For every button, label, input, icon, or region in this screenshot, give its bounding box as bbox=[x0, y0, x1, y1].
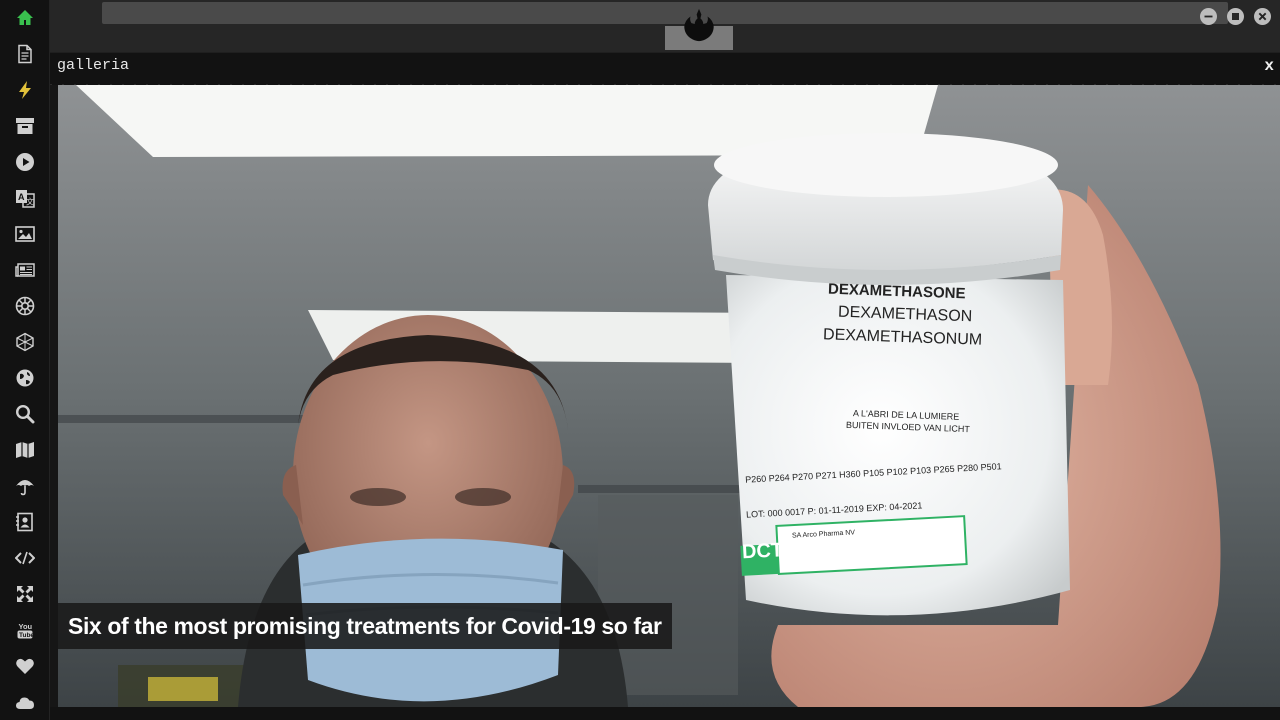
play-circle-icon bbox=[16, 153, 34, 171]
image-icon bbox=[15, 226, 35, 242]
sidebar-item-translate[interactable]: A文 bbox=[0, 180, 50, 216]
code-icon bbox=[15, 551, 35, 565]
svg-text:文: 文 bbox=[26, 197, 34, 207]
sidebar-item-document[interactable] bbox=[0, 36, 50, 72]
newspaper-icon bbox=[15, 263, 35, 277]
sidebar-item-play[interactable] bbox=[0, 144, 50, 180]
expand-icon bbox=[17, 586, 33, 602]
svg-text:A: A bbox=[18, 192, 25, 202]
jar-label-logo: DCTA bbox=[741, 538, 797, 564]
sidebar-item-cloud[interactable] bbox=[0, 684, 50, 720]
translate-icon: A文 bbox=[16, 190, 35, 208]
sidebar-item-expand[interactable] bbox=[0, 576, 50, 612]
caption-text: Six of the most promising treatments for… bbox=[68, 612, 662, 639]
maximize-button[interactable] bbox=[1227, 8, 1244, 25]
search-icon bbox=[15, 404, 35, 424]
sidebar-item-globe[interactable] bbox=[0, 360, 50, 396]
maximize-icon bbox=[1232, 13, 1239, 20]
cloud-icon bbox=[16, 697, 34, 709]
sidebar-item-lightning[interactable] bbox=[0, 72, 50, 108]
sidebar-item-newspaper[interactable] bbox=[0, 252, 50, 288]
sidebar-item-youtube[interactable]: You Tube bbox=[0, 612, 50, 648]
minimize-button[interactable] bbox=[1200, 8, 1217, 25]
lightning-icon bbox=[19, 81, 31, 99]
home-icon bbox=[17, 10, 33, 25]
sidebar: A文 You Tube bbox=[0, 0, 50, 720]
close-icon bbox=[1258, 12, 1267, 21]
panel-close-button[interactable]: x bbox=[1264, 57, 1274, 75]
sidebar-item-hexagon[interactable] bbox=[0, 324, 50, 360]
rebel-alliance-icon[interactable] bbox=[680, 6, 718, 44]
panel-header: galleria x bbox=[50, 52, 1280, 85]
gallery-caption: Six of the most promising treatments for… bbox=[58, 603, 672, 649]
svg-text:Tube: Tube bbox=[19, 632, 34, 639]
sidebar-item-search[interactable] bbox=[0, 396, 50, 432]
close-window-button[interactable] bbox=[1254, 8, 1271, 25]
empire-icon bbox=[15, 296, 35, 316]
sidebar-item-code[interactable] bbox=[0, 540, 50, 576]
sidebar-item-home[interactable] bbox=[0, 0, 50, 36]
umbrella-icon bbox=[16, 480, 34, 496]
minimize-icon bbox=[1204, 15, 1213, 18]
sidebar-item-empire[interactable] bbox=[0, 288, 50, 324]
archive-icon bbox=[16, 118, 34, 134]
bottom-strip bbox=[50, 707, 1280, 720]
document-icon bbox=[18, 44, 32, 64]
youtube-icon: YouTube bbox=[17, 622, 34, 639]
sidebar-item-umbrella[interactable] bbox=[0, 468, 50, 504]
contact-icon bbox=[16, 512, 33, 532]
sidebar-item-archive[interactable] bbox=[0, 108, 50, 144]
sidebar-item-map[interactable] bbox=[0, 432, 50, 468]
panel-title: galleria bbox=[57, 57, 130, 74]
sidebar-item-heart[interactable] bbox=[0, 648, 50, 684]
heart-icon bbox=[16, 658, 34, 674]
globe-icon bbox=[16, 369, 34, 387]
svg-text:You: You bbox=[19, 622, 33, 631]
sidebar-item-image[interactable] bbox=[0, 216, 50, 252]
hexagon-icon bbox=[16, 332, 34, 352]
address-bar[interactable] bbox=[102, 2, 1228, 24]
map-icon bbox=[16, 442, 34, 458]
sidebar-item-contact[interactable] bbox=[0, 504, 50, 540]
top-bar bbox=[50, 0, 1280, 52]
